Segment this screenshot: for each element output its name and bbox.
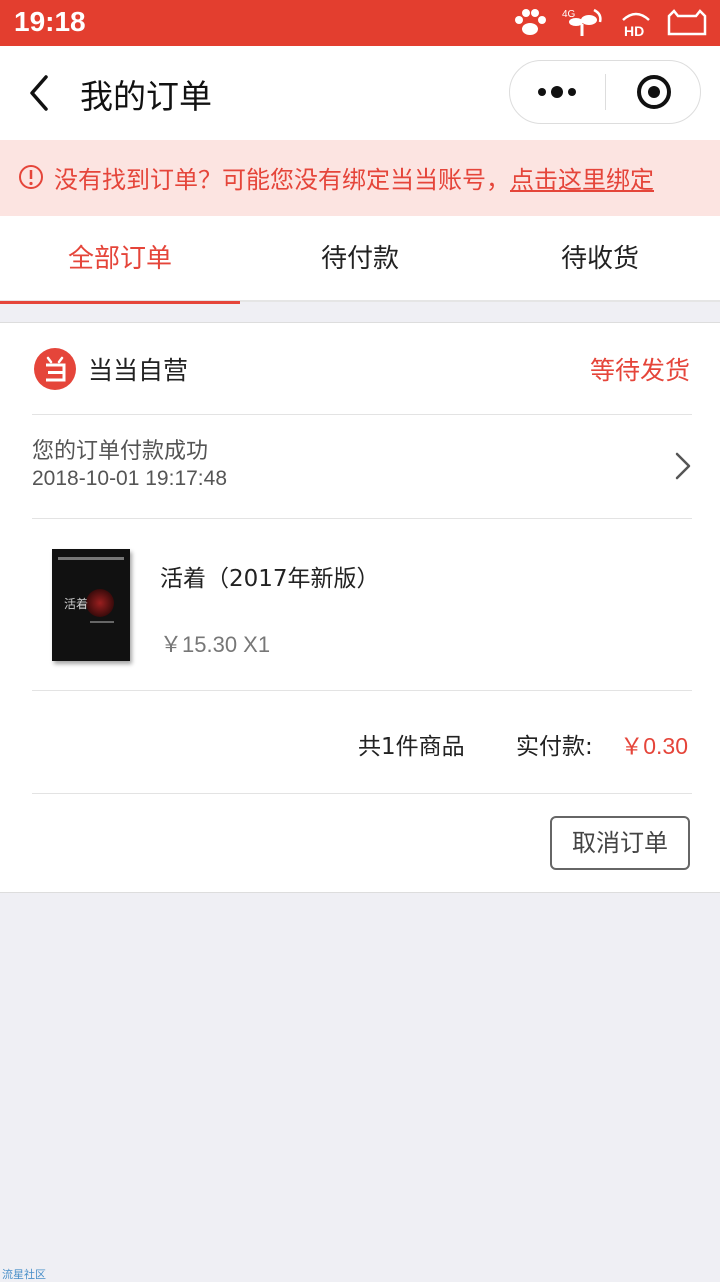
notice-message: 没有找到订单？可能您没有绑定当当账号，点击这里绑定 (54, 160, 654, 195)
chevron-left-icon (30, 75, 48, 111)
paid-amount: ￥0.30 (620, 733, 688, 759)
cancel-order-button[interactable]: 取消订单 (550, 816, 690, 870)
battery-cat-icon (666, 8, 708, 38)
product-price-quantity: ￥15.30 X1 (160, 632, 271, 657)
status-time: 19:18 (14, 6, 86, 37)
book-cover-title: 活着 (64, 597, 89, 611)
more-dots-icon (538, 86, 576, 98)
status-bar: 19:18 4G HD (0, 0, 720, 46)
info-circle-icon (19, 165, 43, 189)
order-total-row: 共1件商品 实付款: ￥0.30 (32, 691, 692, 794)
close-mini-program-button[interactable] (606, 61, 701, 123)
product-title: 活着（2017年新版） (160, 566, 380, 592)
target-circle-icon (637, 75, 671, 109)
more-button[interactable] (510, 61, 605, 123)
book-cover-image: 活着 (52, 549, 130, 661)
order-actions: 取消订单 (32, 794, 692, 893)
paw-icon (512, 8, 548, 38)
tab-pending-receipt[interactable]: 待收货 (480, 216, 720, 302)
mini-program-capsule (509, 60, 701, 124)
item-count: 共1件商品 (358, 734, 465, 760)
order-tabs: 全部订单 待付款 待收货 (0, 216, 720, 304)
payment-time: 2018-10-01 19:17:48 (32, 467, 227, 490)
order-status: 等待发货 (589, 356, 690, 385)
payment-status-row[interactable]: 您的订单付款成功 2018-10-01 19:17:48 (32, 415, 692, 519)
chevron-right-icon (675, 452, 691, 480)
status-icons: 4G HD (512, 4, 708, 42)
tab-all-orders[interactable]: 全部订单 (0, 216, 240, 304)
bind-account-notice: 没有找到订单？可能您没有绑定当当账号，点击这里绑定 (0, 140, 720, 216)
dangdang-logo-icon (34, 348, 76, 390)
shop-name: 当当自营 (88, 356, 189, 385)
tab-pending-payment[interactable]: 待付款 (240, 216, 480, 302)
shop-header: 当当自营 等待发货 (32, 323, 692, 415)
hd-wifi-icon: HD (620, 8, 652, 38)
page-title: 我的订单 (80, 77, 212, 116)
paid-label: 实付款: (516, 734, 593, 760)
product-item[interactable]: 活着 活着（2017年新版） ￥15.30 X1 (32, 519, 692, 691)
bind-account-link[interactable]: 点击这里绑定 (510, 166, 654, 194)
back-button[interactable] (22, 70, 62, 116)
signal-sprout-icon: 4G (562, 6, 606, 40)
payment-message: 您的订单付款成功 (32, 439, 209, 464)
notice-text: 没有找到订单？可能您没有绑定当当账号， (54, 166, 510, 194)
nav-bar: 我的订单 (0, 46, 720, 140)
order-card: 当当自营 等待发货 您的订单付款成功 2018-10-01 19:17:48 活… (0, 322, 720, 893)
hd-label: HD (624, 23, 644, 38)
